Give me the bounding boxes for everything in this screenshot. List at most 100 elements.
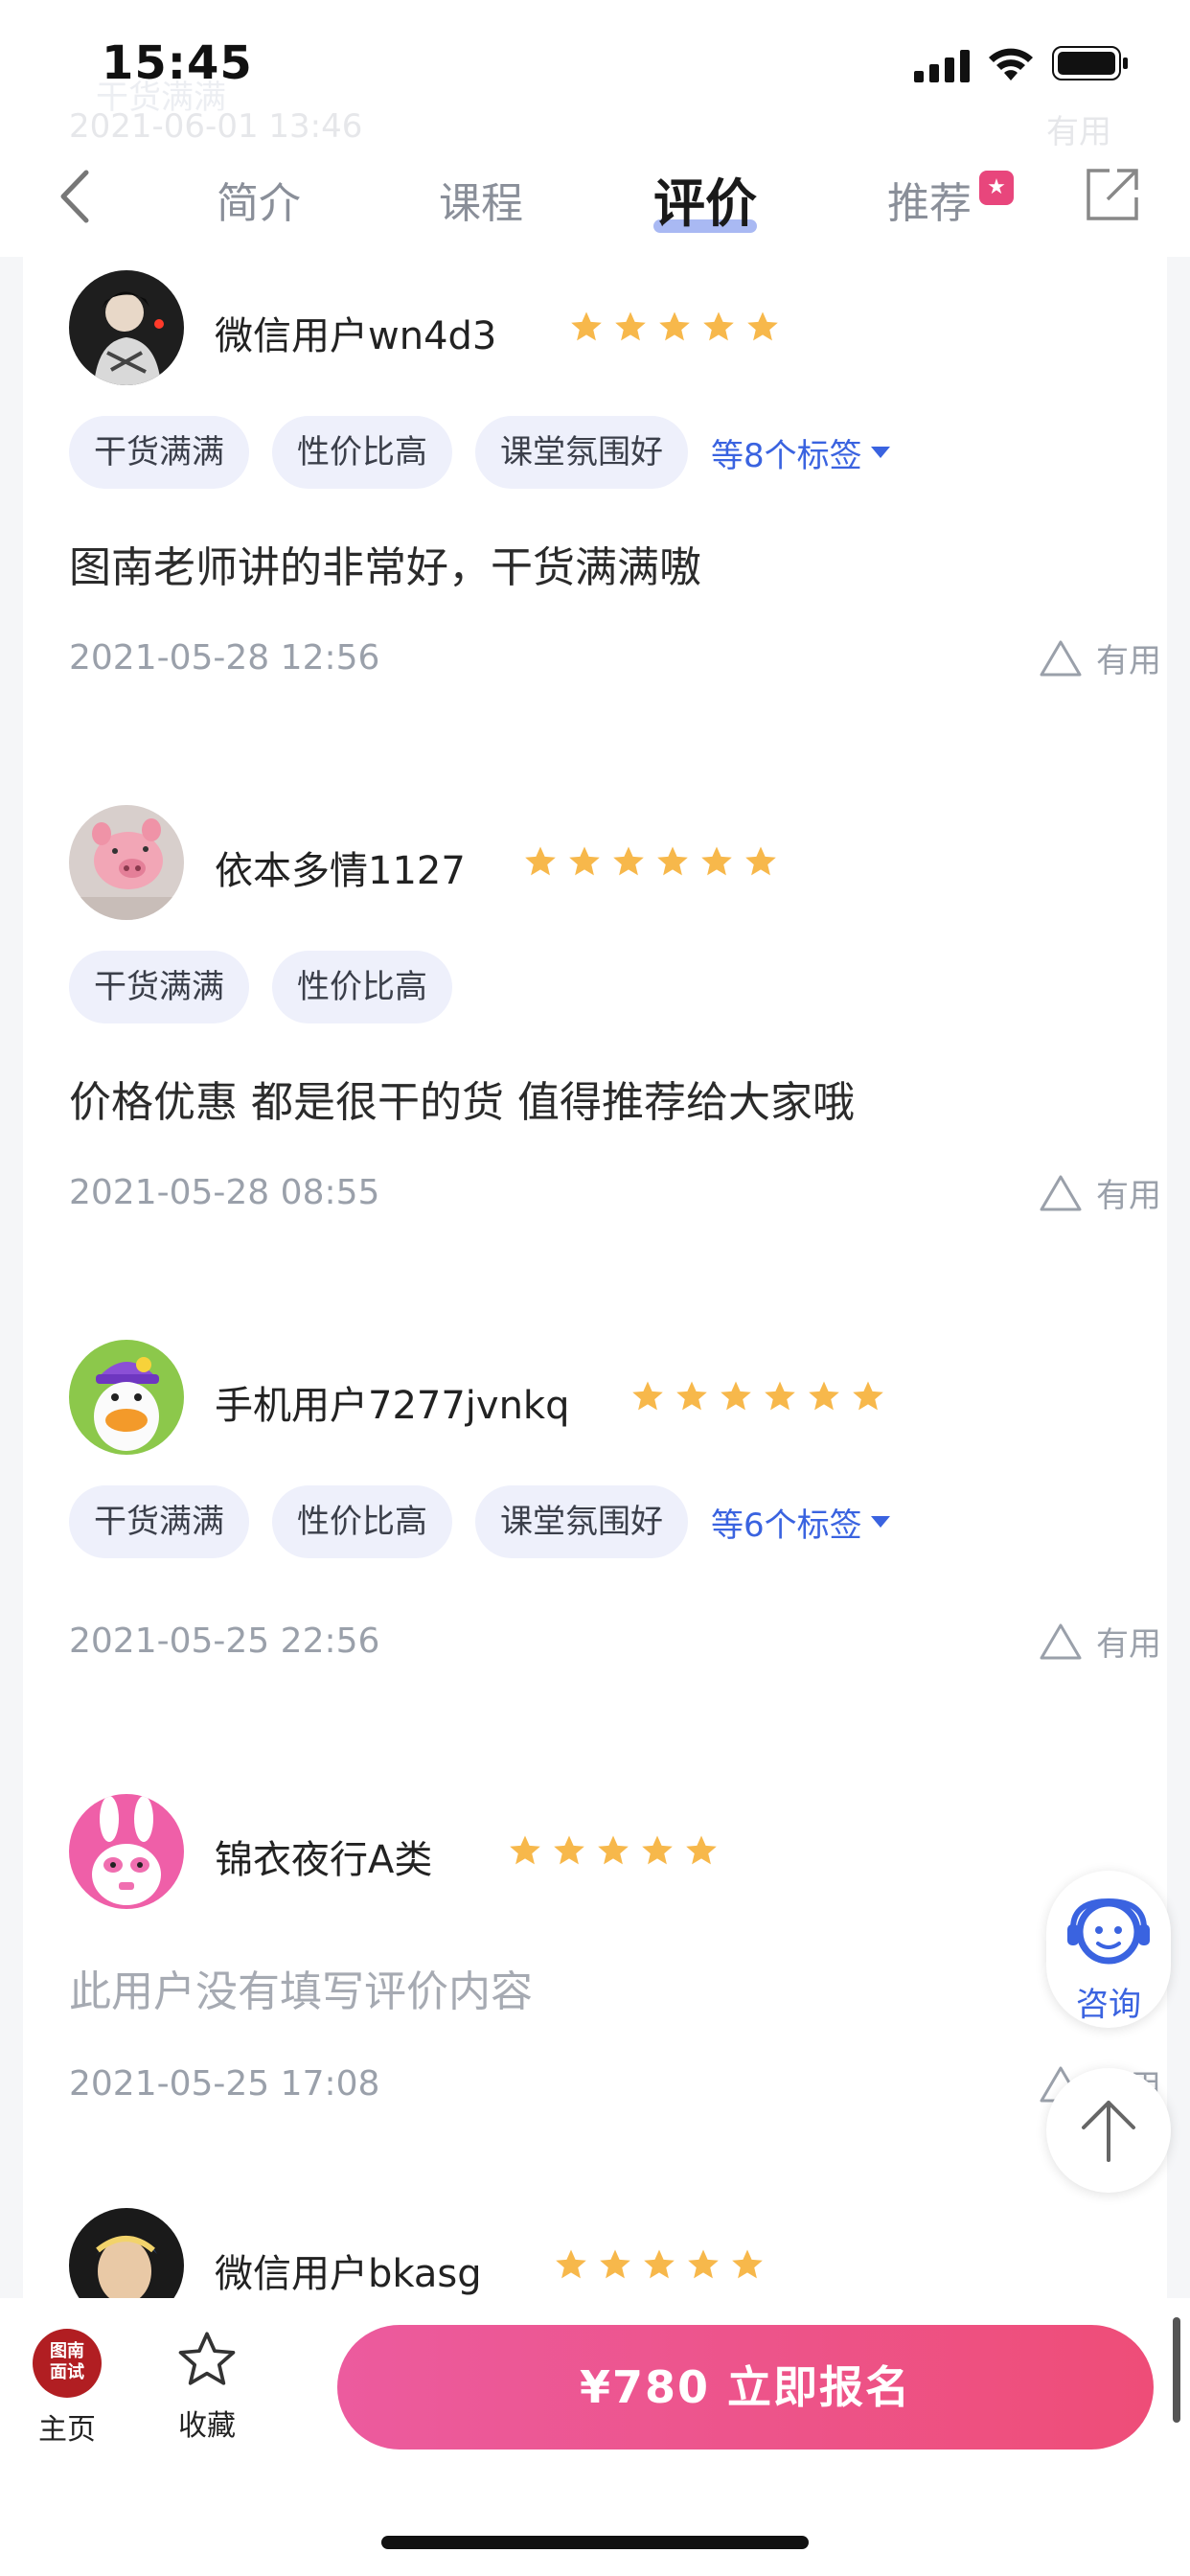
star-icon [598,1835,629,1865]
back-to-top-button[interactable] [1046,2068,1171,2193]
star-icon [732,2249,763,2279]
cellular-signal-icon [914,50,970,82]
star-icon [642,1835,673,1865]
user-avatar [69,805,184,920]
consult-label: 咨询 [1076,1986,1141,2024]
star-icon [644,2249,675,2279]
more-tags-label: 等6个标签 [711,1506,862,1545]
star-icon [688,2249,719,2279]
more-tags-toggle[interactable]: 等8个标签 [711,429,891,476]
useful-button[interactable]: 有用 [1039,1169,1161,1216]
rating-stars [523,845,778,878]
favorite-button[interactable]: 收藏 [169,2329,245,2444]
review-date: 2021-05-28 12:56 [69,638,380,678]
favorite-label: 收藏 [178,2409,236,2443]
review-username: 微信用户bkasg [215,2252,482,2296]
dropdown-arrow-icon [870,1516,890,1528]
star-icon [765,1381,795,1411]
star-icon [554,1835,584,1865]
review-tag[interactable]: 干货满满 [69,951,249,1024]
dropdown-arrow-icon [870,447,890,458]
review-date: 2021-05-25 17:08 [69,2064,380,2104]
review-content: 价格优惠 都是很干的货 值得推荐给大家哦 [69,1078,855,1127]
brand-logo: 图南 面试 [33,2329,102,2398]
home-indicator [381,2536,809,2549]
useful-label: 有用 [1096,1177,1161,1215]
user-avatar [69,1794,184,1909]
wifi-icon [989,48,1033,80]
tab-courses[interactable]: 课程 [439,169,523,230]
star-icon [701,846,732,876]
star-icon [676,1381,707,1411]
back-arrow-icon[interactable] [52,163,100,230]
enroll-button[interactable]: ¥780 立即报名 [337,2325,1154,2450]
battery-icon [1052,46,1128,80]
star-icon [556,2249,586,2279]
review-date: 2021-05-28 08:55 [69,1173,380,1212]
more-tags-toggle[interactable]: 等6个标签 [711,1499,891,1546]
rating-stars [508,1834,719,1867]
star-icon [686,1835,717,1865]
star-icon [615,311,646,341]
bottom-action-bar: 图南 面试 主页 收藏 ¥780 立即报名 [0,2298,1190,2576]
more-tags-label: 等8个标签 [711,436,862,475]
star-icon [632,1381,663,1411]
home-label: 主页 [38,2413,96,2447]
share-icon[interactable] [1083,165,1142,224]
star-icon [745,846,776,876]
review-content: 图南老师讲的非常好，干货满满嗷 [69,543,701,592]
rating-stars [630,1380,885,1413]
star-icon [657,846,688,876]
review-username: 手机用户7277jvnkq [215,1384,570,1428]
star-icon [525,846,556,876]
customer-service-icon [1067,1898,1150,1965]
star-icon [809,1381,839,1411]
triangle-icon [1040,640,1082,676]
tab-intro[interactable]: 简介 [217,169,301,230]
status-time: 15:45 [102,36,253,90]
reviews-card: 微信用户wn4d3 干货满满 性价比高 课堂氛围好 等8个标签 图南老师讲的非常… [23,257,1167,2323]
review-tag[interactable]: 课堂氛围好 [475,1485,688,1558]
review-tags: 干货满满 性价比高 课堂氛围好 等8个标签 [69,416,891,489]
review-username: 微信用户wn4d3 [215,314,497,358]
rating-stars [569,310,780,343]
review-tags: 干货满满 性价比高 [69,951,452,1024]
star-icon [613,846,644,876]
tab-recommend[interactable]: 推荐 [887,169,972,230]
review-tag[interactable]: 性价比高 [272,1485,452,1558]
tab-reviews[interactable]: 评价 [653,161,757,237]
rating-stars [554,2248,765,2281]
star-icon [510,1835,540,1865]
useful-label: 有用 [1096,642,1161,680]
useful-label: 有用 [1096,1625,1161,1664]
review-tag[interactable]: 性价比高 [272,416,452,489]
status-bar: 15:45 [0,0,1190,134]
user-avatar [69,1340,184,1455]
user-avatar [69,270,184,385]
star-icon [600,2249,630,2279]
star-icon [747,311,778,341]
triangle-icon [1040,1175,1082,1210]
star-icon [721,1381,751,1411]
review-username: 依本多情1127 [215,849,466,893]
star-icon [569,846,600,876]
review-username: 锦衣夜行A类 [215,1838,433,1882]
useful-button[interactable]: 有用 [1039,1618,1161,1665]
star-badge-icon: ★ [979,171,1014,205]
star-icon [571,311,602,341]
star-icon [659,311,690,341]
review-tag[interactable]: 干货满满 [69,416,249,489]
review-date: 2021-05-25 22:56 [69,1622,380,1661]
triangle-icon [1040,1623,1082,1659]
arrow-up-icon [1082,2101,1135,2162]
review-tag[interactable]: 课堂氛围好 [475,416,688,489]
review-tag[interactable]: 性价比高 [272,951,452,1024]
review-content-empty: 此用户没有填写评价内容 [69,1967,533,2016]
consult-button[interactable]: 咨询 [1046,1871,1171,2028]
review-tag[interactable]: 干货满满 [69,1485,249,1558]
home-button[interactable]: 图南 面试 主页 [29,2329,105,2448]
star-icon [703,311,734,341]
useful-button[interactable]: 有用 [1039,634,1161,681]
top-navigation: 简介 课程 评价 推荐 ★ [0,153,1190,259]
scrollbar[interactable] [1173,2317,1180,2423]
